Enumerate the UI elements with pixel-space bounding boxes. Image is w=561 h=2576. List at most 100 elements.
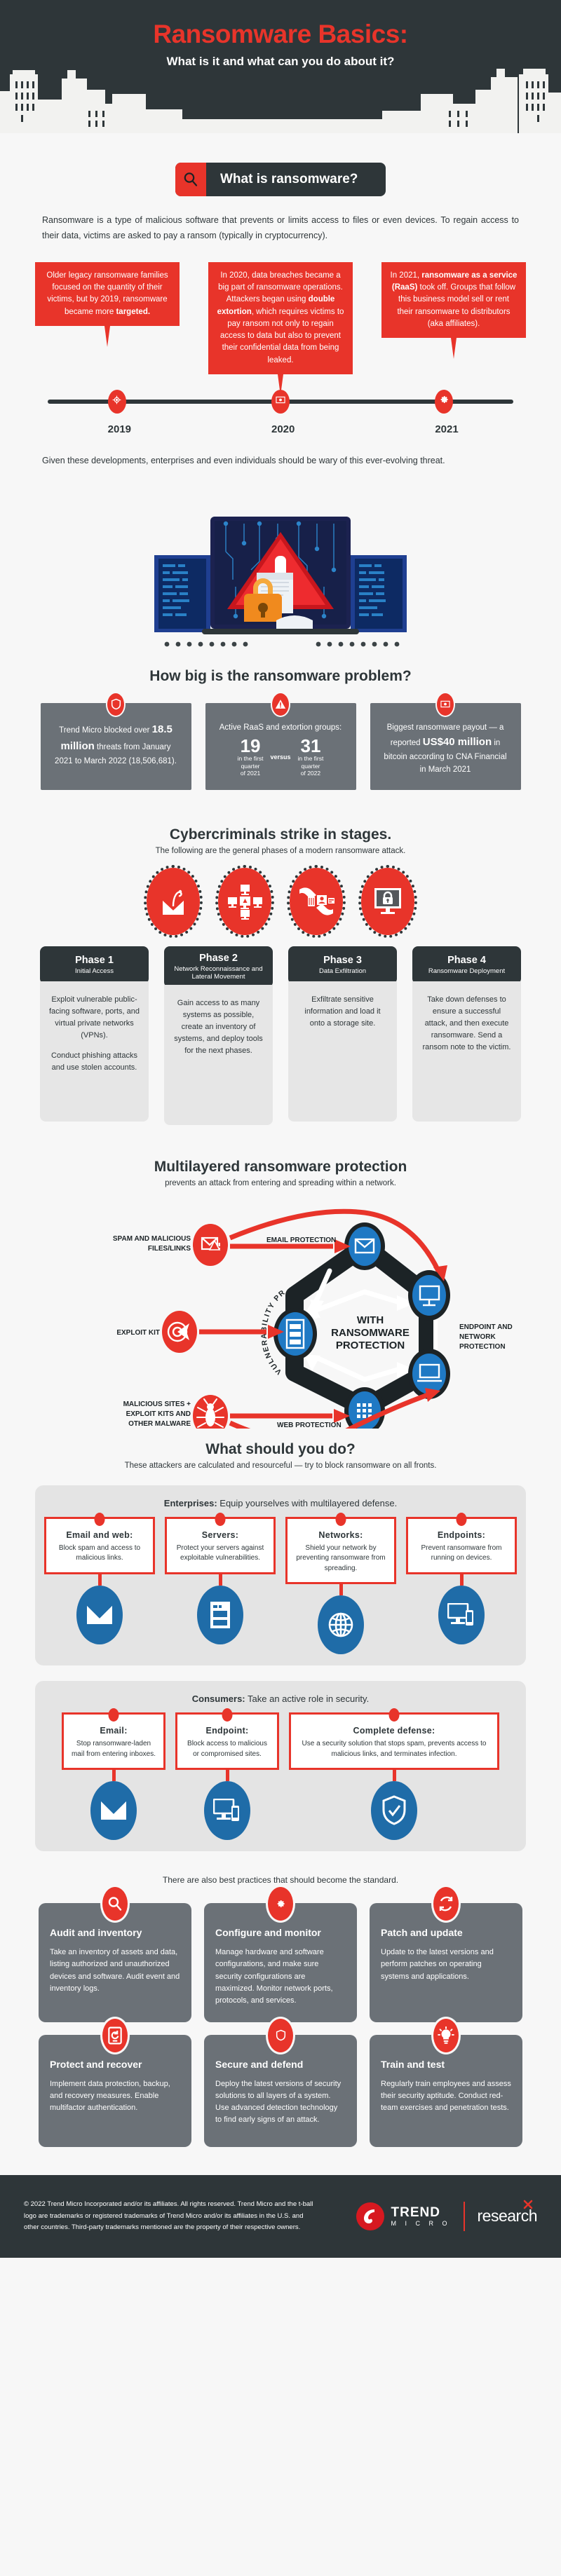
best-practice-title: Patch and update	[381, 1927, 463, 1939]
action-card-title: Endpoints:	[437, 1529, 486, 1540]
best-practices-note: There are also best practices that shoul…	[162, 1875, 399, 1886]
best-practice-text: Regularly train employees and assess the…	[381, 2079, 511, 2112]
action-card-stem	[111, 1770, 116, 1782]
center-label-line3: PROTECTION	[336, 1340, 405, 1351]
phase-header: Phase 1 Initial Access	[40, 946, 149, 984]
versus-label: versus	[270, 753, 291, 761]
action-card-title: Email and web:	[66, 1529, 133, 1540]
target-icon	[112, 395, 121, 408]
timeline-axis	[35, 381, 526, 421]
laptop-warning-graphic	[154, 516, 407, 647]
timeline-card: In 2021, ransomware as a service (RaaS) …	[381, 261, 526, 359]
multilayer-title: Multilayered ransomware protection	[154, 1158, 407, 1175]
label-malware-3: OTHER MALWARE	[128, 1420, 191, 1428]
consumers-heading-rest: Take an active role in security.	[245, 1694, 370, 1705]
phase-card: Phase 3 Data Exfiltration Exfiltrate sensi…	[288, 946, 397, 1122]
action-card-title: Email:	[100, 1726, 128, 1736]
label-spam-1: SPAM AND MALICIOUS	[113, 1235, 191, 1243]
action-card-stem	[339, 1584, 343, 1596]
phase-number: Phase 4	[447, 955, 486, 967]
phase-number: Phase 1	[75, 955, 114, 967]
footer: © 2022 Trend Micro Incorporated and/or i…	[0, 2174, 561, 2258]
what-is-banner-wrap: What is ransomware?	[0, 133, 561, 196]
what-is-paragraph: Ransomware is a type of malicious softwa…	[42, 215, 519, 240]
envelope-icon	[88, 1778, 140, 1844]
label-endpoint-network-1: ENDPOINT AND	[459, 1323, 513, 1331]
timeline-card-text: In 2020, data breaches became a big part…	[217, 271, 344, 364]
action-card-dot	[456, 1512, 467, 1526]
phase-number: Phase 3	[323, 955, 362, 967]
phase-name: Network Reconnaissance and Lateral Movem…	[174, 965, 263, 981]
action-card-text: Stop ransomware-laden mail from entering…	[71, 1740, 156, 1758]
phase-name: Ransomware Deployment	[428, 967, 506, 976]
action-card-stem	[459, 1574, 464, 1586]
phase-name: Initial Access	[75, 967, 114, 976]
page-subtitle: What is it and what can you do about it?	[166, 55, 395, 68]
best-practice-card: Train and test Regularly train employees …	[370, 2016, 522, 2147]
phase-card: Phase 1 Initial Access Exploit vulnerable …	[40, 946, 149, 1122]
versus-left-number: 19	[240, 735, 261, 757]
best-practice-card: Patch and update Update to the latest ver…	[370, 1885, 522, 2022]
timeline-node-2019	[107, 389, 126, 414]
versus-left-caption: in the first quarter of 2021	[237, 755, 264, 777]
timeline-card-text: Older legacy ransomware families focused…	[46, 271, 168, 316]
devices-icon	[201, 1778, 253, 1844]
action-card-dot	[94, 1512, 105, 1526]
action-card-text: Block access to malicious or compromised…	[187, 1740, 267, 1758]
enterprises-heading-bold: Enterprises:	[163, 1497, 217, 1508]
action-card-box: Email: Stop ransomware-laden mail from en…	[62, 1708, 165, 1771]
shield-icon	[106, 691, 126, 717]
action-card: Complete defense: Use a security solution…	[289, 1708, 499, 1844]
timeline-card: Older legacy ransomware families focused…	[35, 261, 180, 347]
timeline-card-stem	[104, 325, 110, 347]
banknote-icon	[276, 395, 285, 408]
action-card-text: Protect your servers against exploitable…	[176, 1543, 264, 1562]
logo-trend-text: TREND	[391, 2204, 440, 2220]
ransomware-evolution-timeline: Older legacy ransomware families focused…	[35, 261, 526, 435]
action-card-dot	[108, 1708, 119, 1722]
shield-check-icon	[368, 1778, 420, 1844]
phase-body: Exfiltrate sensitive information and loa…	[288, 981, 397, 1122]
action-card-dot	[222, 1708, 233, 1722]
enterprises-heading: Enterprises: Equip yourselves with multi…	[48, 1498, 513, 1508]
server-icon	[194, 1582, 246, 1647]
multilayer-diagram: WITH RANSOMWARE PROTECTION VULNERABILITY…	[0, 1197, 561, 1429]
action-card-box: Email and web: Block spam and access to m…	[44, 1512, 155, 1574]
best-practice-title: Train and test	[381, 2058, 445, 2070]
timeline-card-stem	[451, 338, 457, 359]
action-card-box: Endpoints: Prevent ransomware from runnin…	[406, 1512, 517, 1574]
action-card: Email: Stop ransomware-laden mail from en…	[62, 1708, 165, 1844]
label-email-protection: EMAIL PROTECTION	[266, 1236, 336, 1244]
how-big-stats: Trend Micro blocked over 18.5 million th…	[0, 691, 561, 790]
stages-subtitle: The following are the general phases of …	[155, 846, 406, 855]
action-card-dot	[388, 1708, 400, 1722]
phase-body: Take down defenses to ensure a successfu…	[412, 981, 521, 1122]
action-card-stem	[225, 1770, 229, 1782]
phases-row: Phase 1 Initial Access Exploit vulnerable …	[0, 946, 561, 1125]
what-is-banner-label: What is ransomware?	[220, 172, 358, 186]
action-card-title: Servers:	[201, 1529, 239, 1540]
best-practice-text: Manage hardware and software configurati…	[215, 1948, 333, 2005]
what-to-do-subtitle: These attackers are calculated and resou…	[124, 1461, 437, 1470]
best-practice-card: Protect and recover Implement data protec…	[39, 2016, 191, 2147]
action-card-text: Use a security solution that stops spam,…	[302, 1740, 487, 1758]
action-card: Email and web: Block spam and access to m…	[44, 1512, 155, 1647]
center-label-line2: RANSOMWARE	[331, 1327, 410, 1339]
best-practice-text: Deploy the latest versions of security s…	[215, 2079, 342, 2124]
best-practice-card: Secure and defend Deploy the latest versi…	[204, 2016, 357, 2147]
consumers-panel: Consumers: Take an active role in securi…	[35, 1681, 526, 1852]
best-practice-card: Configure and monitor Manage hardware and…	[204, 1885, 357, 2022]
label-malware-2: EXPLOIT KITS AND	[126, 1410, 191, 1418]
action-card-text: Shield your network by preventing ransom…	[296, 1543, 386, 1572]
best-practice-text: Take an inventory of assets and data, li…	[50, 1948, 180, 1993]
web-grid-node-icon	[357, 1403, 372, 1418]
phase-body: Exploit vulnerable public-facing softwar…	[40, 981, 149, 1122]
search-icon	[175, 163, 206, 196]
research-logo: research	[478, 2200, 538, 2226]
action-card-title: Complete defense:	[353, 1726, 435, 1736]
t-ball-icon	[356, 2202, 384, 2230]
label-exploit-kit: EXPLOIT KIT	[116, 1329, 160, 1337]
versus-right-number: 31	[300, 735, 321, 757]
phase-paragraph: Conduct phishing attacks and use stolen …	[51, 1051, 137, 1072]
center-label-line1: WITH	[357, 1314, 384, 1326]
